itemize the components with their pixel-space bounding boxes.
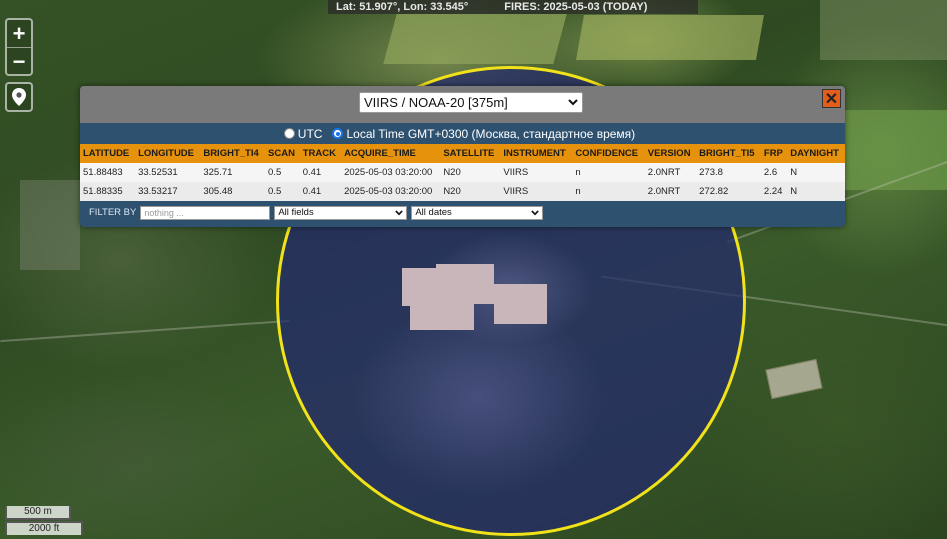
filter-input[interactable]: nothing ... bbox=[140, 205, 271, 220]
column-header[interactable]: SCAN bbox=[265, 144, 300, 163]
column-header[interactable]: TRACK bbox=[300, 144, 341, 163]
scale-imperial: 2000 ft bbox=[5, 521, 83, 535]
column-header[interactable]: LONGITUDE bbox=[135, 144, 200, 163]
popup-header: VIIRS / NOAA-20 [375m] ✕ bbox=[80, 86, 845, 123]
column-header[interactable]: VERSION bbox=[645, 144, 696, 163]
zoom-out-button[interactable]: − bbox=[7, 47, 31, 75]
column-header[interactable]: DAYNIGHT bbox=[787, 144, 845, 163]
zoom-control: + − bbox=[5, 18, 33, 76]
table-cell: 51.88483 bbox=[83, 167, 123, 178]
map-field bbox=[835, 110, 947, 190]
table-cell: 273.8 bbox=[699, 167, 723, 178]
local-time-radio[interactable] bbox=[332, 128, 344, 139]
satellite-select-value: VIIRS / NOAA-20 [375m] bbox=[364, 95, 508, 110]
table-header-row: LATITUDE LONGITUDE BRIGHT_TI4 SCAN TRACK… bbox=[80, 144, 845, 163]
satellite-select[interactable]: VIIRS / NOAA-20 [375m] bbox=[359, 92, 583, 113]
redacted-area bbox=[494, 284, 547, 324]
table-cell: 0.5 bbox=[268, 186, 282, 197]
column-header[interactable]: INSTRUMENT bbox=[500, 144, 572, 163]
fires-date: FIRES: 2025-05-03 (TODAY) bbox=[504, 1, 648, 13]
date-filter-select[interactable]: All dates bbox=[411, 205, 544, 220]
table-cell: 33.52531 bbox=[138, 167, 178, 178]
filter-label: FILTER BY bbox=[89, 207, 137, 218]
redacted-area bbox=[402, 268, 438, 306]
column-header[interactable]: FRP bbox=[761, 144, 787, 163]
table-row[interactable]: 51.88335 33.53217 305.48 0.5 0.41 2025-0… bbox=[80, 182, 845, 201]
fire-data-table: LATITUDE LONGITUDE BRIGHT_TI4 SCAN TRACK… bbox=[80, 144, 845, 201]
utc-radio[interactable] bbox=[283, 128, 295, 139]
table-cell: N bbox=[790, 186, 798, 197]
column-header[interactable]: BRIGHT_TI4 bbox=[200, 144, 265, 163]
map-quarry bbox=[765, 358, 823, 400]
table-cell: VIIRS bbox=[503, 167, 529, 178]
fire-info-popup: VIIRS / NOAA-20 [375m] ✕ UTC Local Time … bbox=[80, 86, 845, 227]
table-cell: 325.71 bbox=[203, 167, 233, 178]
table-cell: 2.0NRT bbox=[647, 186, 681, 197]
utc-label: UTC bbox=[297, 126, 323, 141]
map-field bbox=[820, 0, 947, 60]
table-cell: 305.48 bbox=[203, 186, 233, 197]
redacted-area bbox=[410, 304, 474, 330]
map-field bbox=[20, 180, 80, 270]
table-cell: 2025-05-03 03:20:00 bbox=[344, 186, 433, 197]
table-cell: N20 bbox=[443, 167, 461, 178]
table-row[interactable]: 51.88483 33.52531 325.71 0.5 0.41 2025-0… bbox=[80, 163, 845, 182]
local-time-option[interactable]: Local Time GMT+0300 (Москва, стандартное… bbox=[332, 127, 635, 141]
table-cell: n bbox=[575, 167, 581, 178]
table-cell: 0.5 bbox=[268, 167, 282, 178]
chevron-down-icon bbox=[531, 209, 540, 215]
map-field bbox=[383, 14, 567, 64]
utc-option[interactable]: UTC bbox=[283, 126, 323, 141]
locate-button[interactable] bbox=[5, 82, 33, 112]
map-scale: 500 m 2000 ft bbox=[5, 506, 83, 535]
table-cell: 0.41 bbox=[302, 167, 322, 178]
date-filter-value: All dates bbox=[415, 207, 452, 218]
filter-bar: FILTER BY nothing ... All fields All dat… bbox=[80, 201, 845, 224]
field-filter-select[interactable]: All fields bbox=[274, 205, 408, 220]
table-cell: 2.0NRT bbox=[647, 167, 681, 178]
close-button[interactable]: ✕ bbox=[822, 89, 841, 108]
column-header[interactable]: SATELLITE bbox=[440, 144, 500, 163]
table-cell: 2.6 bbox=[763, 167, 778, 178]
local-time-label: Local Time GMT+0300 (Москва, стандартное… bbox=[346, 126, 636, 141]
column-header[interactable]: ACQUIRE_TIME bbox=[341, 144, 440, 163]
column-header[interactable]: BRIGHT_TI5 bbox=[696, 144, 761, 163]
table-cell: 2.24 bbox=[763, 186, 783, 197]
redacted-area bbox=[436, 264, 494, 304]
satellite-map[interactable] bbox=[0, 0, 947, 539]
map-field bbox=[576, 15, 764, 60]
table-cell: VIIRS bbox=[503, 186, 529, 197]
cursor-coordinates: Lat: 51.907°, Lon: 33.545° bbox=[336, 1, 469, 13]
chevron-down-icon bbox=[395, 209, 404, 215]
map-road bbox=[0, 319, 290, 343]
time-zone-selector: UTC Local Time GMT+0300 (Москва, стандар… bbox=[80, 123, 845, 144]
zoom-in-button[interactable]: + bbox=[7, 20, 31, 47]
table-cell: 2025-05-03 03:20:00 bbox=[344, 167, 433, 178]
table-cell: 51.88335 bbox=[83, 186, 123, 197]
table-cell: 0.41 bbox=[302, 186, 322, 197]
map-pin-icon bbox=[12, 88, 26, 106]
column-header[interactable]: CONFIDENCE bbox=[572, 144, 644, 163]
table-cell: N bbox=[790, 167, 798, 178]
table-cell: N20 bbox=[443, 186, 461, 197]
table-cell: 33.53217 bbox=[138, 186, 178, 197]
column-header[interactable]: LATITUDE bbox=[80, 144, 135, 163]
table-cell: n bbox=[575, 186, 581, 197]
table-cell: 272.82 bbox=[699, 186, 729, 197]
status-bar: Lat: 51.907°, Lon: 33.545° FIRES: 2025-0… bbox=[328, 0, 698, 14]
field-filter-value: All fields bbox=[278, 207, 314, 218]
chevron-down-icon bbox=[568, 99, 578, 106]
scale-metric: 500 m bbox=[5, 506, 71, 520]
